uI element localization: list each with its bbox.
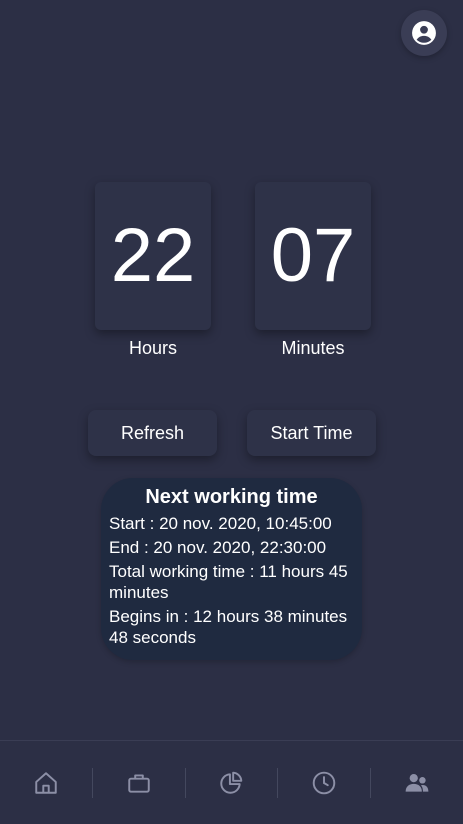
next-working-time-card: Next working time Start : 20 nov. 2020, … [101,478,362,660]
pie-chart-icon [220,771,243,794]
start-time-text: Start : 20 nov. 2020, 10:45:00 [109,514,332,533]
nav-stats[interactable] [186,741,278,824]
briefcase-icon [127,773,150,793]
home-icon [35,771,57,794]
clock-icon [313,771,336,794]
hours-display: 22 [95,182,211,330]
end-time-text: End : 20 nov. 2020, 22:30:00 [109,538,327,557]
total-working-time-text: Total working time : 11 hours 45 minutes [109,562,348,602]
nav-team[interactable] [371,741,463,824]
card-title: Next working time [145,486,318,508]
account-circle-icon [412,21,436,45]
bottom-navigation [0,740,463,824]
start-time-button[interactable]: Start Time [247,410,376,456]
nav-work[interactable] [93,741,185,824]
refresh-button[interactable]: Refresh [88,410,217,456]
users-icon [405,773,429,792]
hours-label: Hours [128,338,177,358]
nav-time[interactable] [278,741,370,824]
begins-in-text: Begins in : 12 hours 38 minutes 48 secon… [109,607,348,647]
minutes-display: 07 [255,182,371,330]
minutes-label: Minutes [281,338,345,358]
profile-button[interactable] [401,10,447,56]
nav-home[interactable] [0,741,92,824]
